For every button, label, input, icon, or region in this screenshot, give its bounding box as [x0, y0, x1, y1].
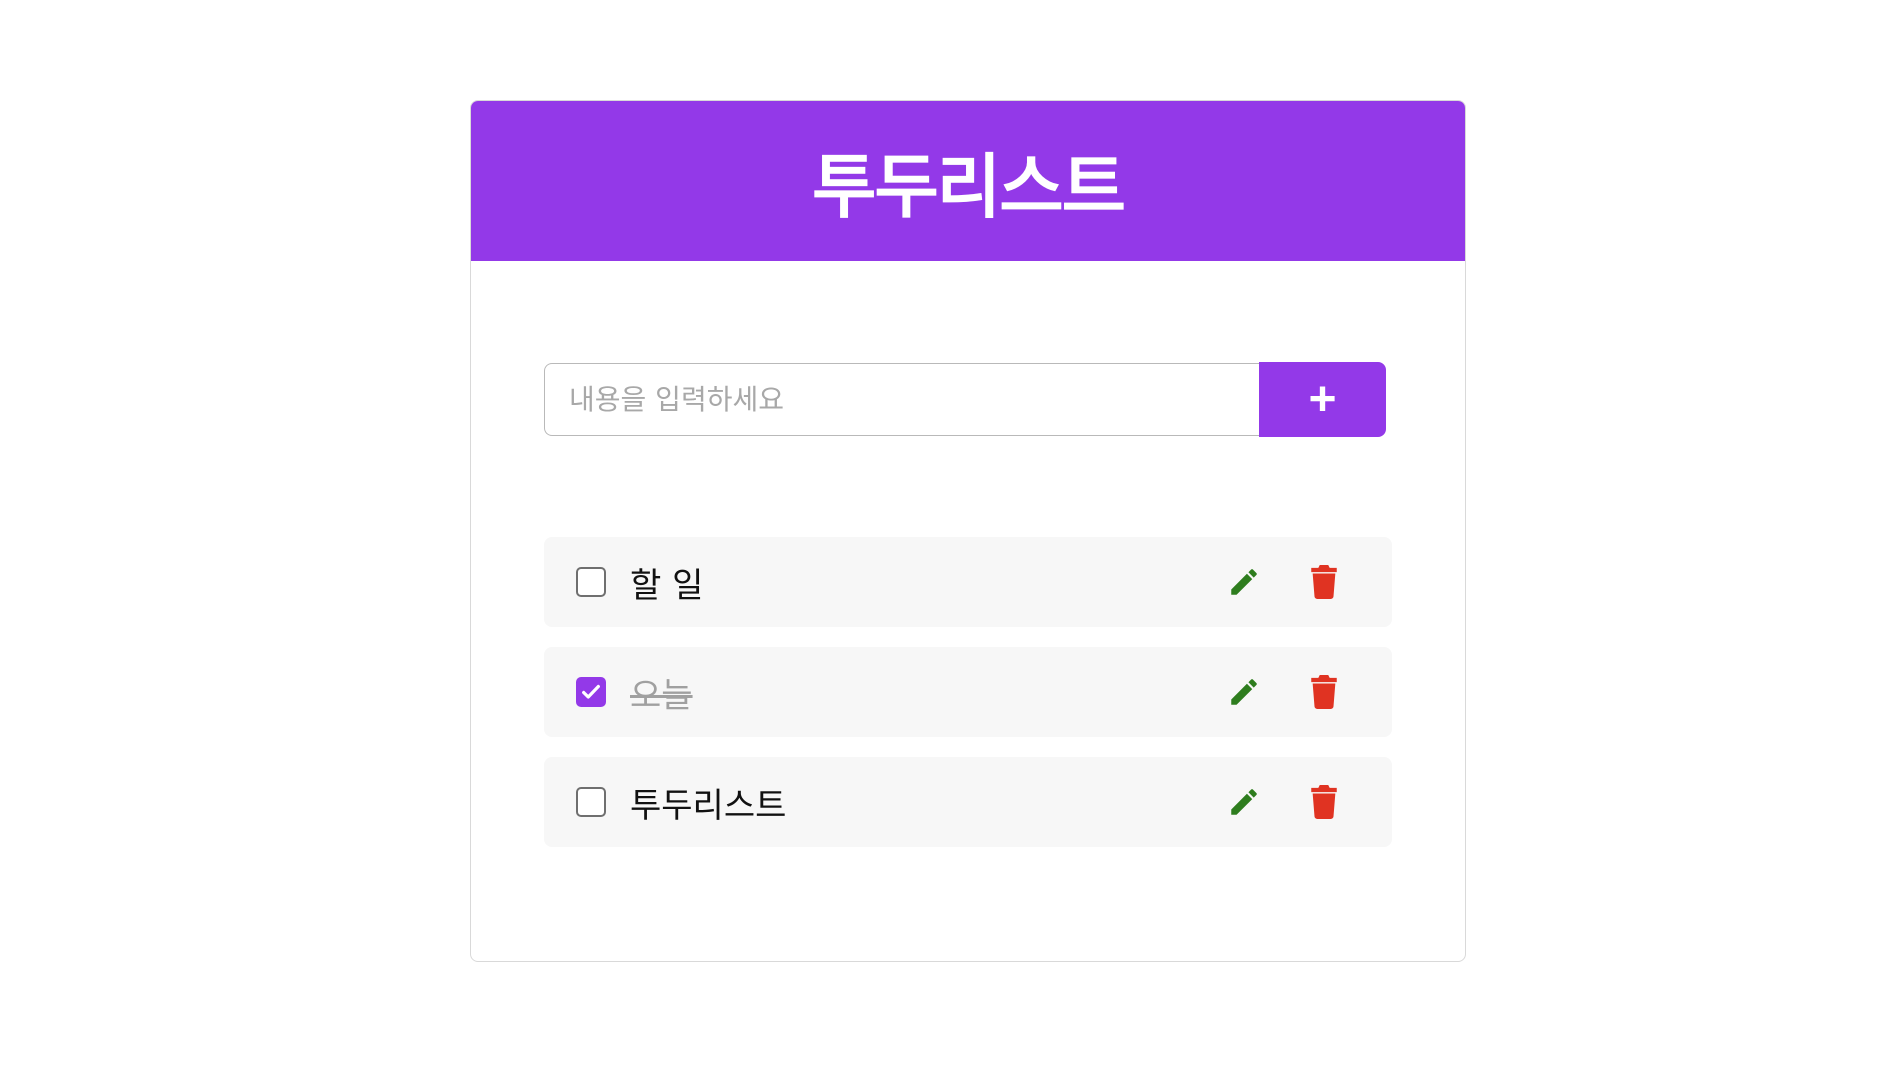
todo-item: 투두리스트 — [544, 757, 1392, 847]
trash-icon — [1311, 785, 1337, 819]
todo-card: 투두리스트 + 할 일 — [470, 100, 1466, 962]
todo-list: 할 일 오늘 투두리스트 — [544, 537, 1392, 867]
pencil-icon — [1231, 789, 1257, 815]
edit-button[interactable] — [1224, 782, 1264, 822]
add-todo-button[interactable]: + — [1259, 362, 1386, 437]
delete-button[interactable] — [1304, 782, 1344, 822]
header: 투두리스트 — [471, 101, 1465, 261]
edit-button[interactable] — [1224, 672, 1264, 712]
todo-checkbox[interactable] — [576, 677, 606, 707]
trash-icon — [1311, 675, 1337, 709]
trash-icon — [1311, 565, 1337, 599]
delete-button[interactable] — [1304, 672, 1344, 712]
todo-checkbox[interactable] — [576, 567, 606, 597]
delete-button[interactable] — [1304, 562, 1344, 602]
page-title: 투두리스트 — [812, 145, 1126, 228]
todo-checkbox[interactable] — [576, 787, 606, 817]
pencil-icon — [1231, 569, 1257, 595]
todo-input[interactable] — [544, 363, 1259, 436]
todo-input-row: + — [544, 362, 1386, 437]
todo-text: 오늘 — [630, 675, 693, 716]
check-icon — [582, 684, 600, 699]
pencil-icon — [1231, 679, 1257, 705]
todo-text: 할 일 — [630, 565, 704, 606]
edit-button[interactable] — [1224, 562, 1264, 602]
todo-item: 오늘 — [544, 647, 1392, 737]
todo-item: 할 일 — [544, 537, 1392, 627]
todo-text: 투두리스트 — [630, 785, 787, 826]
